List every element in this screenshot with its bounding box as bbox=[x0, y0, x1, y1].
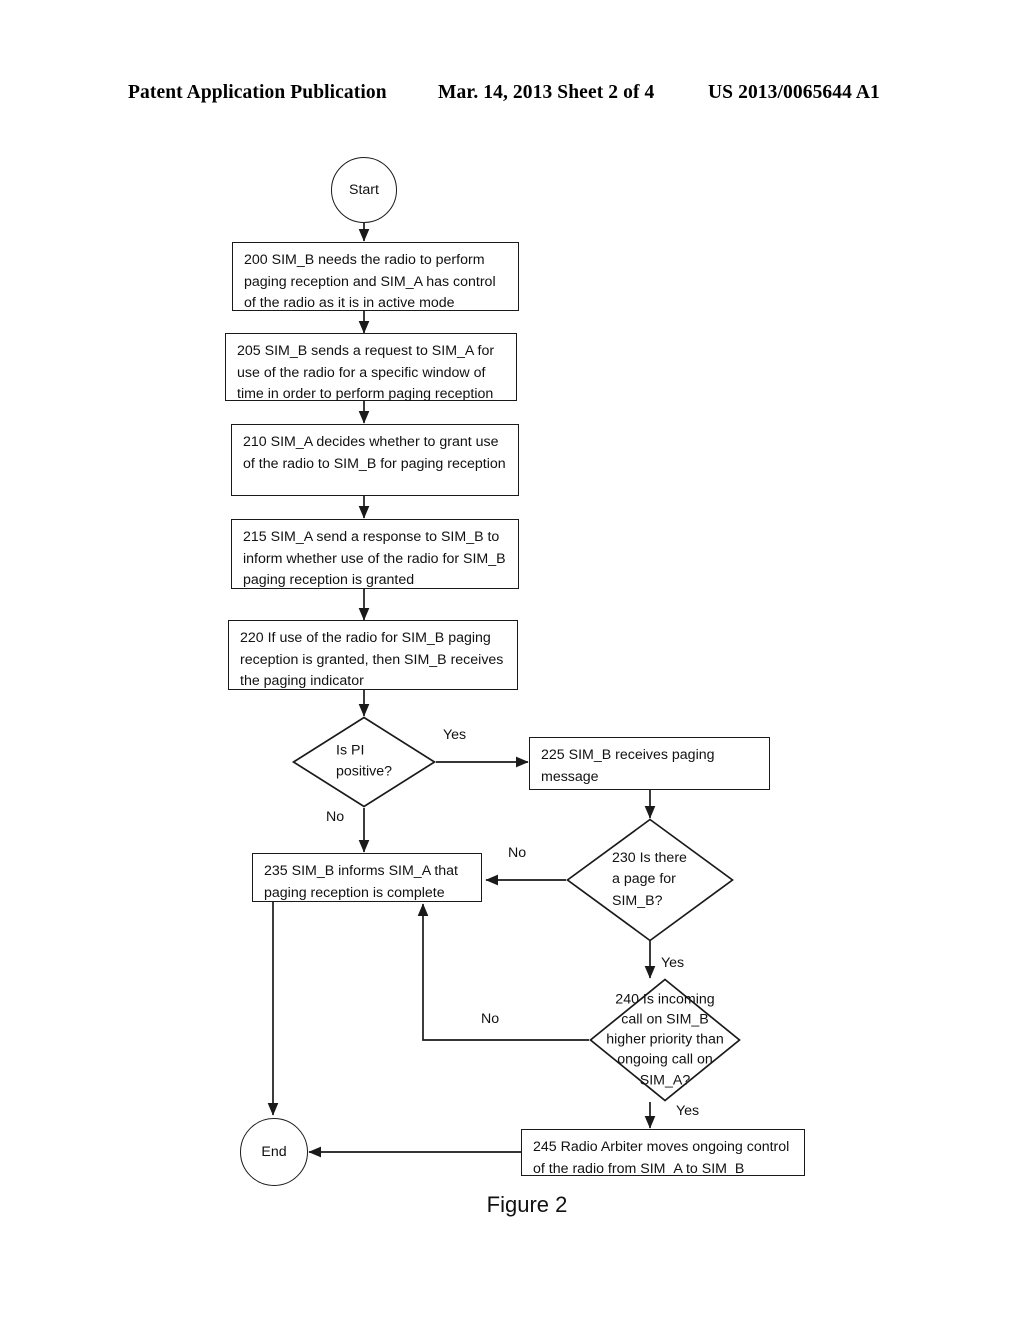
figure-caption-text: Figure 2 bbox=[486, 1192, 568, 1217]
process-box-245: 245 Radio Arbiter moves ongoing control … bbox=[521, 1129, 805, 1177]
decision-incoming-call-priority-label: 240 Is incoming call on SIM_B higher pri… bbox=[606, 990, 724, 1091]
decision-is-there-a-page-label: 230 Is there a page for SIM_B? bbox=[612, 848, 687, 912]
end-terminator-label: End bbox=[261, 1144, 287, 1160]
process-box-205-label: 205 SIM_B sends a request to SIM_A for u… bbox=[237, 343, 495, 403]
decision-230-line2: a page for bbox=[612, 871, 676, 888]
decision-230-line1: 230 Is there bbox=[612, 850, 687, 867]
process-box-215: 215 SIM_A send a response to SIM_B to in… bbox=[231, 519, 519, 589]
decision-is-pi-positive-line2: positive? bbox=[336, 764, 392, 780]
process-box-210: 210 SIM_A decides whether to grant use o… bbox=[231, 424, 519, 496]
process-box-235-label: 235 SIM_B informs SIM_A that paging rece… bbox=[264, 863, 458, 901]
start-terminator-label: Start bbox=[349, 182, 379, 198]
decision-is-pi-positive-line1: Is PI bbox=[336, 742, 365, 759]
end-terminator: End bbox=[240, 1118, 308, 1186]
flowchart-figure: Start 200 SIM_B needs the radio to perfo… bbox=[0, 0, 1024, 1320]
edge-label-230-no: No bbox=[508, 845, 527, 861]
decision-incoming-call-priority: 240 Is incoming call on SIM_B higher pri… bbox=[589, 978, 741, 1102]
process-box-245-label: 245 Radio Arbiter moves ongoing control … bbox=[533, 1139, 790, 1177]
edge-label-230-yes: Yes bbox=[661, 955, 685, 971]
decision-240-line4: ongoing call on bbox=[617, 1052, 713, 1069]
decision-240-line5: SIM_A? bbox=[639, 1072, 691, 1089]
process-box-235: 235 SIM_B informs SIM_A that paging rece… bbox=[252, 853, 482, 902]
process-box-225-label: 225 SIM_B receives paging message bbox=[541, 747, 715, 785]
process-box-200: 200 SIM_B needs the radio to perform pag… bbox=[232, 242, 519, 311]
decision-is-pi-positive: Is PI positive? bbox=[291, 716, 437, 808]
process-box-225: 225 SIM_B receives paging message bbox=[529, 737, 770, 790]
process-box-220: 220 If use of the radio for SIM_B paging… bbox=[228, 620, 518, 690]
edge-label-240-yes: Yes bbox=[676, 1103, 700, 1119]
process-box-205: 205 SIM_B sends a request to SIM_A for u… bbox=[225, 333, 517, 403]
process-box-220-label: 220 If use of the radio for SIM_B paging… bbox=[240, 630, 504, 690]
decision-240-line2: call on SIM_B bbox=[621, 1011, 709, 1028]
figure-caption: Figure 2 bbox=[0, 1192, 1024, 1218]
edge-label-240-no: No bbox=[481, 1011, 500, 1027]
process-box-210-label: 210 SIM_A decides whether to grant use o… bbox=[243, 434, 506, 472]
edge-label-pi-no: No bbox=[326, 809, 345, 825]
decision-240-line3: higher priority than bbox=[606, 1031, 724, 1048]
process-box-215-label: 215 SIM_A send a response to SIM_B to in… bbox=[243, 529, 506, 589]
decision-is-there-a-page: 230 Is there a page for SIM_B? bbox=[566, 818, 734, 942]
decision-240-line1: 240 Is incoming bbox=[615, 991, 715, 1008]
edge-label-pi-yes: Yes bbox=[443, 727, 467, 743]
decision-230-line3: SIM_B? bbox=[612, 892, 663, 909]
decision-is-pi-positive-label: Is PI positive? bbox=[336, 741, 392, 784]
process-box-200-label: 200 SIM_B needs the radio to perform pag… bbox=[244, 252, 496, 312]
start-terminator: Start bbox=[331, 157, 397, 223]
